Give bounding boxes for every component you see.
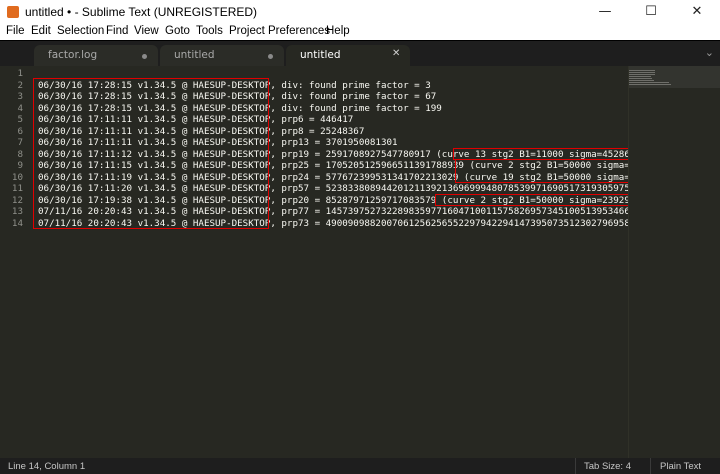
tab-label: untitled [300,49,341,61]
editor-area[interactable]: 1 2 3 4 5 6 7 8 9 10 11 12 13 14 06/30/1… [0,66,720,458]
line-number: 9 [17,160,23,171]
menu-edit[interactable]: Edit [31,25,51,37]
menu-find[interactable]: Find [106,25,128,37]
tab-dirty-dot-icon[interactable] [268,54,273,59]
line-number: 3 [17,91,23,102]
menu-preferences[interactable]: Preferences [268,25,330,37]
minimap-line [629,72,655,73]
line-number: 13 [11,206,23,217]
line-number: 5 [17,114,23,125]
status-divider [575,458,576,474]
line-number: 2 [17,79,23,91]
menu-goto[interactable]: Goto [165,25,190,37]
menu-help[interactable]: Help [326,25,350,37]
minimize-icon[interactable]: — [582,0,628,24]
line-number: 4 [17,102,23,114]
tab-overflow-chevron-icon[interactable]: ⌄ [705,46,714,59]
menu-project[interactable]: Project [229,25,265,37]
tab-untitled-active[interactable]: untitled ✕ [286,45,410,67]
title-bar: untitled • - Sublime Text (UNREGISTERED)… [0,0,720,24]
menu-tools[interactable]: Tools [196,25,223,37]
line-number: 10 [11,171,23,183]
menu-file[interactable]: File [6,25,25,37]
highlight-box-timestamps [33,78,269,229]
cursor-position[interactable]: Line 14, Column 1 [8,461,85,472]
line-number-gutter: 1 2 3 4 5 6 7 8 9 10 11 12 13 14 [0,66,26,458]
highlight-box-curve-line-12 [435,194,630,206]
minimap[interactable] [628,66,720,458]
maximize-icon[interactable]: ☐ [628,0,674,24]
tab-label: untitled [174,49,215,61]
minimap-line [629,74,655,75]
line-number: 11 [11,183,23,194]
minimap-line [629,82,669,83]
tab-factor-log[interactable]: factor.log [34,45,158,67]
menu-selection[interactable]: Selection [57,25,104,37]
sublime-logo-icon [7,6,19,18]
line-number: 7 [17,137,23,148]
line-number: 12 [11,194,23,206]
line-number: 14 [11,217,23,229]
window-title: untitled • - Sublime Text (UNREGISTERED) [25,5,258,19]
syntax-selector[interactable]: Plain Text [660,461,701,472]
line-number: 8 [17,148,23,160]
tab-dirty-dot-icon[interactable] [142,54,147,59]
tab-untitled-1[interactable]: untitled [160,45,284,67]
line-number: 6 [17,125,23,137]
line-number: 1 [17,68,23,79]
tab-label: factor.log [48,49,98,61]
minimap-line [629,80,654,81]
minimap-line [629,76,651,77]
status-divider [650,458,651,474]
tab-bar: factor.log untitled untitled ✕ ⌄ [0,40,720,67]
menu-view[interactable]: View [134,25,159,37]
minimap-line [629,70,655,71]
status-bar: Line 14, Column 1 Tab Size: 4 Plain Text [0,458,720,474]
tab-size-selector[interactable]: Tab Size: 4 [584,461,631,472]
minimap-line [629,84,671,85]
close-icon[interactable]: ✕ [674,0,720,24]
minimap-line [629,78,652,79]
menu-bar: File Edit Selection Find View Goto Tools… [0,24,720,40]
tab-close-icon[interactable]: ✕ [392,48,400,59]
highlight-box-curve-lines-9-10 [455,159,630,183]
